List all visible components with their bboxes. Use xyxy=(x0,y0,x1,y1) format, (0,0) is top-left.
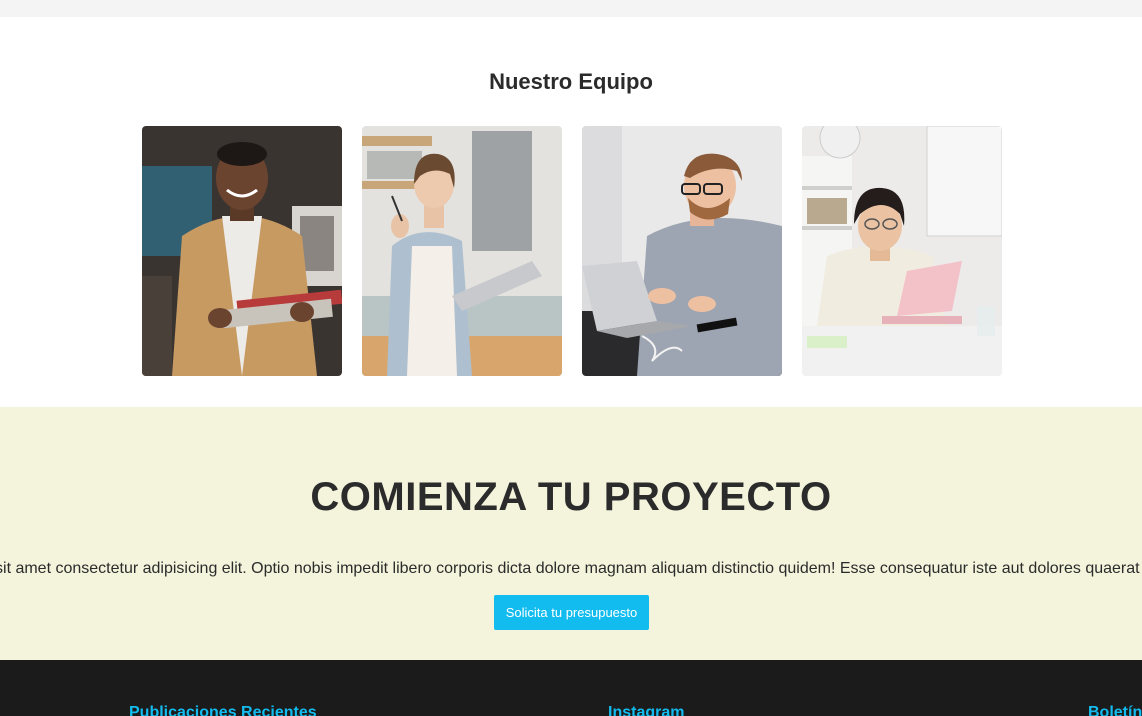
team-member-photo-1 xyxy=(142,126,342,376)
cta-section: COMIENZA TU PROYECTO Lorem ipsum dolor s… xyxy=(0,407,1142,660)
footer-heading-recent-posts: Publicaciones Recientes xyxy=(129,704,317,716)
team-title: Nuestro Equipo xyxy=(489,69,653,94)
team-member-photo-2 xyxy=(362,126,562,376)
footer: Publicaciones Recientes Instagram Boletí… xyxy=(0,660,1142,716)
request-quote-button[interactable]: Solicita tu presupuesto xyxy=(494,595,649,630)
top-band xyxy=(0,0,1142,17)
team-section: Nuestro Equipo xyxy=(0,17,1142,407)
team-member-photo-4 xyxy=(802,126,1002,376)
footer-heading-instagram: Instagram xyxy=(608,704,685,716)
footer-heading-newsletter: Boletín xyxy=(1088,704,1142,716)
team-member-photo-3 xyxy=(582,126,782,376)
cta-description: Lorem ipsum dolor sit amet consectetur a… xyxy=(0,560,1142,577)
cta-title: COMIENZA TU PROYECTO xyxy=(310,475,832,519)
